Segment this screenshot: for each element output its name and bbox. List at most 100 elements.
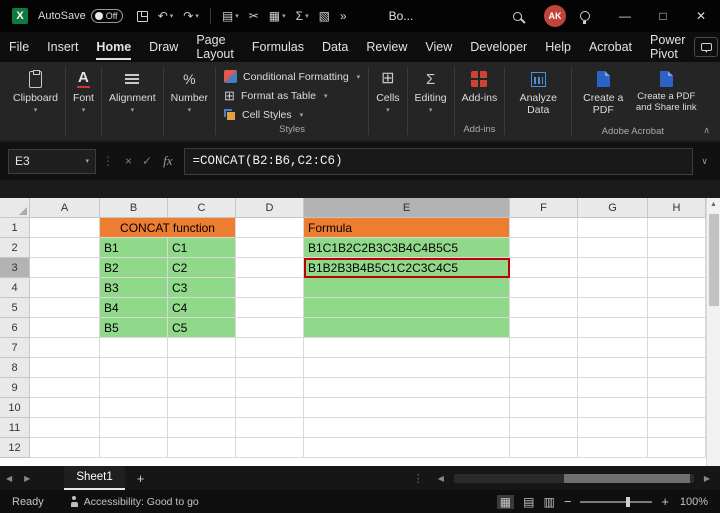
- autosave-toggle[interactable]: Off: [91, 9, 123, 23]
- vertical-scroll-thumb[interactable]: [709, 214, 719, 306]
- column-header-A[interactable]: A: [30, 198, 100, 218]
- cell-A7[interactable]: [30, 338, 100, 358]
- close-button[interactable]: ✕: [682, 0, 720, 32]
- cell-B12[interactable]: [100, 438, 168, 458]
- row-header-5[interactable]: 5: [0, 298, 30, 318]
- comments-button[interactable]: [694, 37, 718, 57]
- cell-A8[interactable]: [30, 358, 100, 378]
- cell-F4[interactable]: [510, 278, 578, 298]
- cell-E10[interactable]: [304, 398, 510, 418]
- scroll-right-icon[interactable]: ▶: [698, 474, 716, 483]
- page-break-view-button[interactable]: ▥: [543, 496, 554, 508]
- cell-A6[interactable]: [30, 318, 100, 338]
- previous-sheet-icon[interactable]: ◀: [0, 474, 18, 483]
- cell-B9[interactable]: [100, 378, 168, 398]
- cell-G9[interactable]: [578, 378, 648, 398]
- search-icon[interactable]: [513, 12, 522, 21]
- cell-C8[interactable]: [168, 358, 236, 378]
- scroll-up-icon[interactable]: ▲: [707, 198, 720, 208]
- cell-D9[interactable]: [236, 378, 304, 398]
- collapse-ribbon-icon[interactable]: ∧: [703, 125, 710, 136]
- tab-review[interactable]: Review: [357, 32, 416, 62]
- zoom-slider-thumb[interactable]: [626, 497, 630, 507]
- cell-A9[interactable]: [30, 378, 100, 398]
- cell-A1[interactable]: [30, 218, 100, 238]
- cell-H12[interactable]: [648, 438, 706, 458]
- cell-A12[interactable]: [30, 438, 100, 458]
- redo-button[interactable]: ↷▾: [179, 4, 203, 28]
- cell-G10[interactable]: [578, 398, 648, 418]
- cell-F1[interactable]: [510, 218, 578, 238]
- tab-view[interactable]: View: [416, 32, 461, 62]
- cell-G2[interactable]: [578, 238, 648, 258]
- row-header-10[interactable]: 10: [0, 398, 30, 418]
- tab-page-layout[interactable]: Page Layout: [187, 32, 243, 62]
- tab-acrobat[interactable]: Acrobat: [580, 32, 641, 62]
- row-header-12[interactable]: 12: [0, 438, 30, 458]
- lightbulb-icon[interactable]: [580, 11, 590, 21]
- alignment-group-button[interactable]: Alignment ▾: [102, 62, 163, 140]
- column-header-G[interactable]: G: [578, 198, 648, 218]
- cell-H11[interactable]: [648, 418, 706, 438]
- cell-H6[interactable]: [648, 318, 706, 338]
- cell-F10[interactable]: [510, 398, 578, 418]
- zoom-slider[interactable]: [580, 501, 652, 503]
- cell-C3[interactable]: C2: [168, 258, 236, 278]
- cell-C2[interactable]: C1: [168, 238, 236, 258]
- cell-B6[interactable]: B5: [100, 318, 168, 338]
- scroll-left-icon[interactable]: ◀: [432, 474, 450, 483]
- tab-help[interactable]: Help: [536, 32, 580, 62]
- editing-group-button[interactable]: Σ Editing ▾: [408, 62, 454, 140]
- enter-button[interactable]: ✓: [137, 154, 157, 168]
- expand-formula-bar-icon[interactable]: ∨: [693, 156, 712, 167]
- cell-E9[interactable]: [304, 378, 510, 398]
- cell-H7[interactable]: [648, 338, 706, 358]
- cell-F5[interactable]: [510, 298, 578, 318]
- save-button[interactable]: [133, 4, 152, 28]
- horizontal-scroll-thumb[interactable]: [564, 474, 690, 483]
- cell-E7[interactable]: [304, 338, 510, 358]
- cell-B5[interactable]: B4: [100, 298, 168, 318]
- cell-A11[interactable]: [30, 418, 100, 438]
- row-header-1[interactable]: 1: [0, 218, 30, 238]
- cell-G3[interactable]: [578, 258, 648, 278]
- column-header-C[interactable]: C: [168, 198, 236, 218]
- cell-H5[interactable]: [648, 298, 706, 318]
- cell-A4[interactable]: [30, 278, 100, 298]
- font-group-button[interactable]: A Font ▾: [66, 62, 101, 140]
- tab-home[interactable]: Home: [87, 32, 140, 62]
- select-all-button[interactable]: [0, 198, 30, 218]
- cell-F12[interactable]: [510, 438, 578, 458]
- cell-A2[interactable]: [30, 238, 100, 258]
- cell-C4[interactable]: C3: [168, 278, 236, 298]
- cell-B4[interactable]: B3: [100, 278, 168, 298]
- cell-C6[interactable]: C5: [168, 318, 236, 338]
- format-painter-button[interactable]: ▧: [315, 4, 334, 28]
- cell-E4[interactable]: [304, 278, 510, 298]
- cell-D12[interactable]: [236, 438, 304, 458]
- cell-B3[interactable]: B2: [100, 258, 168, 278]
- horizontal-scroll-track[interactable]: [454, 474, 694, 483]
- cell-F9[interactable]: [510, 378, 578, 398]
- cell-F7[interactable]: [510, 338, 578, 358]
- cell-E6[interactable]: [304, 318, 510, 338]
- zoom-out-button[interactable]: −: [564, 495, 572, 508]
- cell-D4[interactable]: [236, 278, 304, 298]
- cell-G7[interactable]: [578, 338, 648, 358]
- cell-E5[interactable]: [304, 298, 510, 318]
- cut-button[interactable]: ✂: [245, 4, 263, 28]
- cell-D11[interactable]: [236, 418, 304, 438]
- cell-C11[interactable]: [168, 418, 236, 438]
- tab-splitter-icon[interactable]: ⋮: [405, 472, 432, 485]
- cell-E1[interactable]: Formula: [304, 218, 510, 238]
- cells-group-button[interactable]: ⊞ Cells ▾: [369, 62, 406, 140]
- analyze-data-button[interactable]: Analyze Data: [505, 62, 571, 140]
- cell-B1[interactable]: CONCAT function: [100, 218, 236, 238]
- tab-insert[interactable]: Insert: [38, 32, 87, 62]
- conditional-formatting-button[interactable]: Conditional Formatting ▾: [224, 67, 360, 86]
- cell-B2[interactable]: B1: [100, 238, 168, 258]
- cell-H8[interactable]: [648, 358, 706, 378]
- add-ins-group[interactable]: Add-ins Add-ins: [455, 62, 505, 140]
- zoom-level[interactable]: 100%: [678, 496, 708, 508]
- cell-C10[interactable]: [168, 398, 236, 418]
